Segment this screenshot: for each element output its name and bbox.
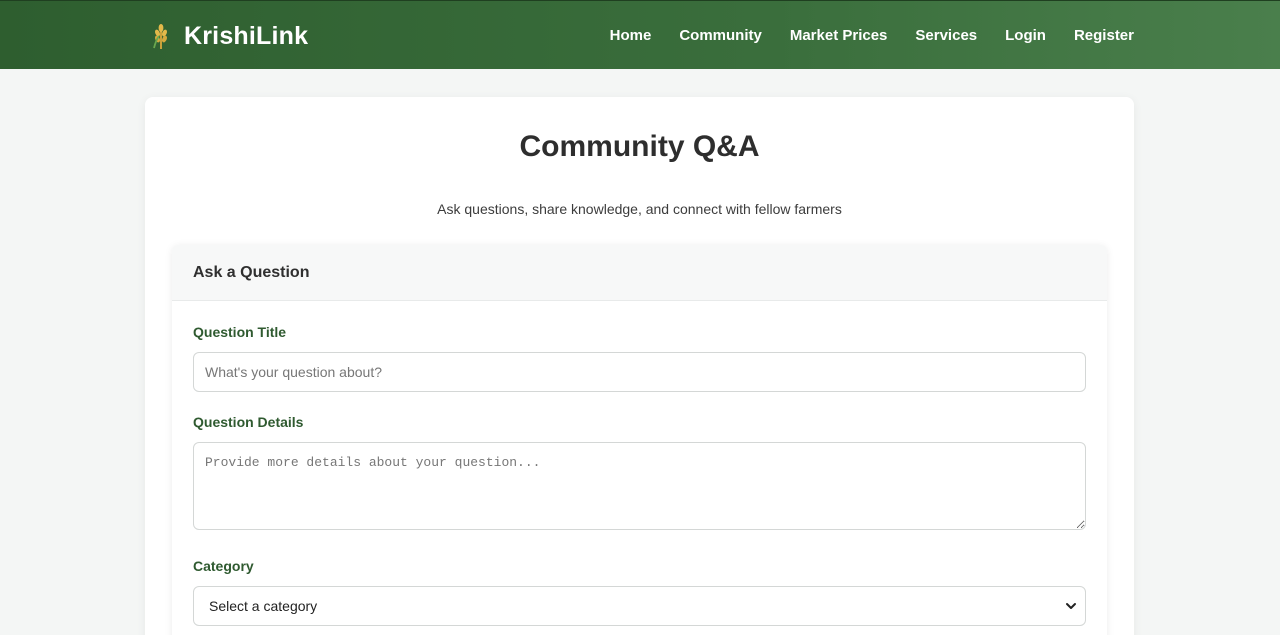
nav-link-community[interactable]: Community xyxy=(679,27,762,44)
page-title: Community Q&A xyxy=(519,130,760,163)
nav-link-home[interactable]: Home xyxy=(610,27,652,44)
question-details-textarea[interactable] xyxy=(193,442,1086,530)
question-details-label: Question Details xyxy=(193,414,304,430)
wheat-icon xyxy=(153,24,168,49)
category-select-value: Select a category xyxy=(209,598,318,614)
question-title-input[interactable] xyxy=(193,352,1086,392)
nav-link-register[interactable]: Register xyxy=(1074,27,1134,44)
community-card: Community Q&A Ask questions, share knowl… xyxy=(145,97,1134,635)
top-navbar: KrishiLink Home Community Market Prices … xyxy=(0,0,1280,69)
ask-question-panel: Ask a Question Question Title Question D… xyxy=(172,245,1107,635)
brand-name: KrishiLink xyxy=(184,21,309,50)
question-title-label: Question Title xyxy=(193,324,287,340)
nav-links: Home Community Market Prices Services Lo… xyxy=(610,1,1134,70)
page-subtitle: Ask questions, share knowledge, and conn… xyxy=(437,201,842,217)
panel-title: Ask a Question xyxy=(193,263,310,281)
brand-logo[interactable]: KrishiLink xyxy=(150,20,308,52)
chevron-down-icon xyxy=(1066,603,1076,609)
category-label: Category xyxy=(193,558,254,574)
panel-header: Ask a Question xyxy=(172,245,1107,301)
category-select[interactable]: Select a category xyxy=(193,586,1086,626)
nav-link-services[interactable]: Services xyxy=(915,27,977,44)
nav-link-login[interactable]: Login xyxy=(1005,27,1046,44)
nav-link-market-prices[interactable]: Market Prices xyxy=(790,27,888,44)
